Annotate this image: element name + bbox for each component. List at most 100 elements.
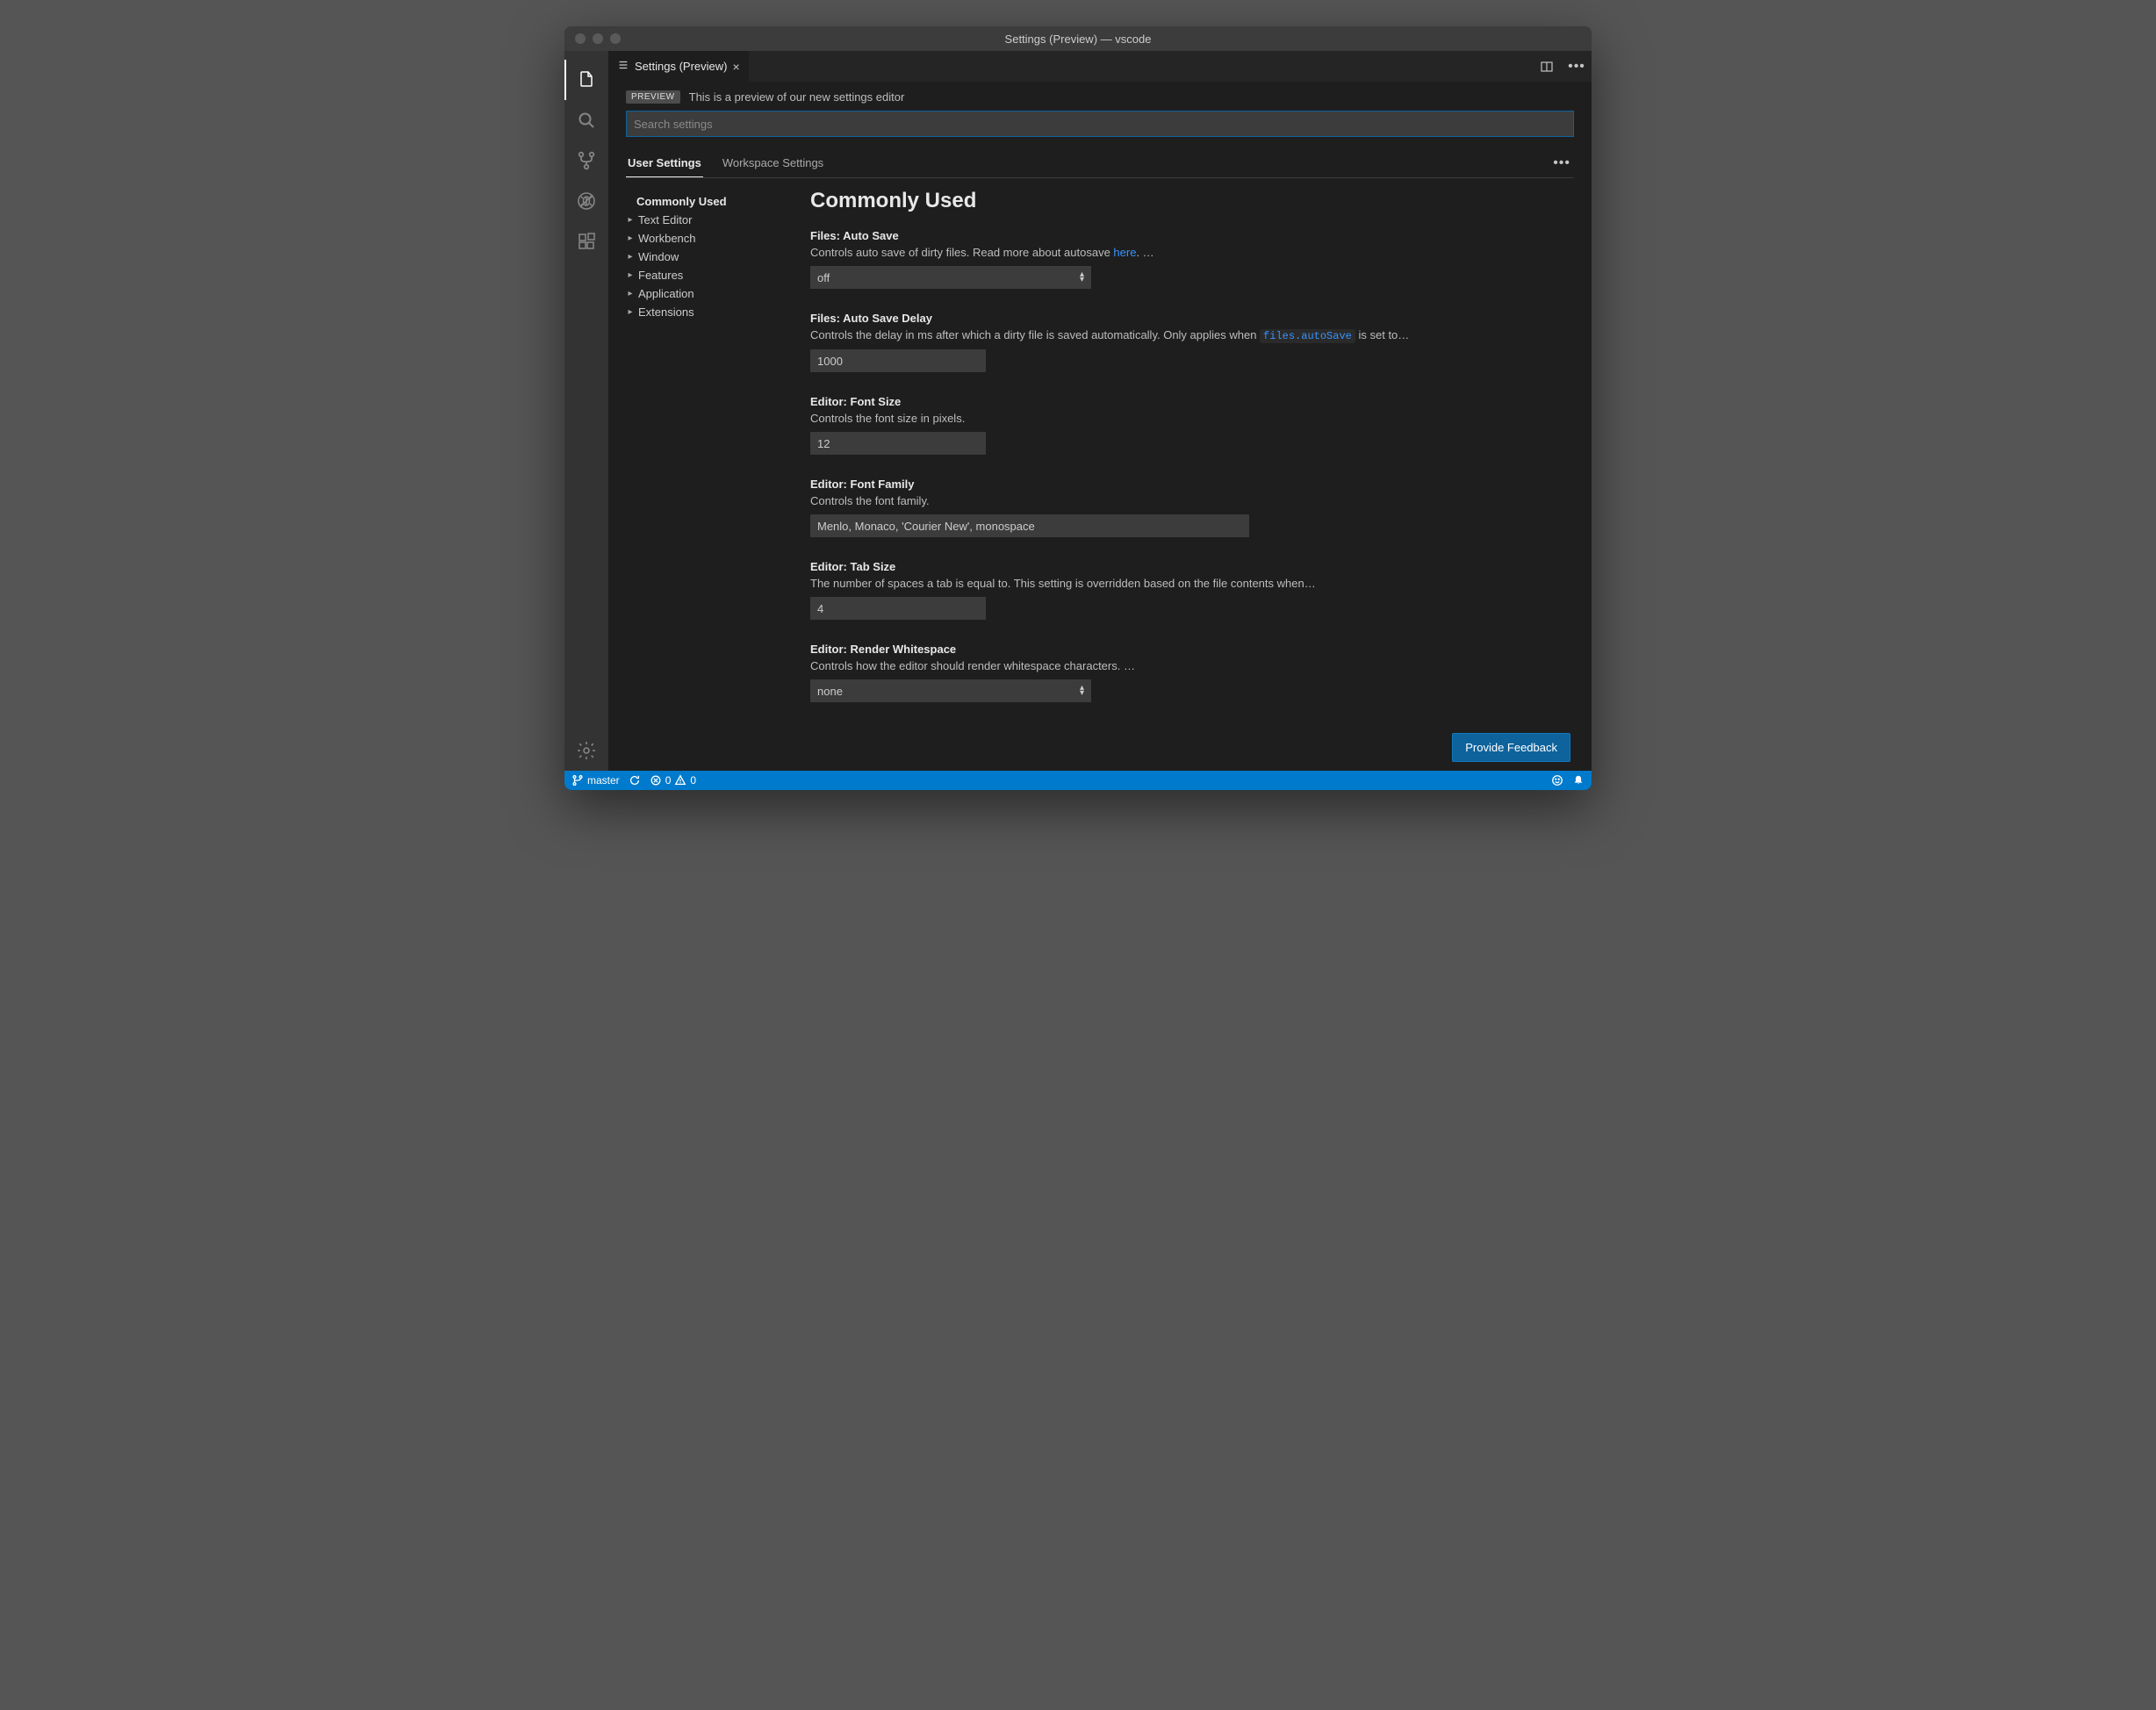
- setting-description: Controls the font size in pixels.: [810, 412, 1460, 425]
- app-window: Settings (Preview) — vscode: [564, 26, 1592, 790]
- scope-workspace-settings[interactable]: Workspace Settings: [721, 149, 825, 177]
- preview-text: This is a preview of our new settings ed…: [689, 90, 905, 104]
- setting-description: Controls the font family.: [810, 494, 1460, 507]
- select-value: off: [817, 271, 830, 284]
- toc-item-label: Workbench: [638, 232, 696, 245]
- split-editor-button[interactable]: [1532, 51, 1562, 82]
- toc-item-label: Application: [638, 287, 694, 300]
- extensions-icon: [576, 231, 597, 252]
- setting-description: Controls auto save of dirty files. Read …: [810, 246, 1460, 259]
- bell-icon: [1572, 774, 1585, 787]
- settings-editor: PREVIEW This is a preview of our new set…: [608, 82, 1592, 771]
- smiley-icon: [1551, 774, 1563, 787]
- setting-description: Controls the delay in ms after which a d…: [810, 328, 1460, 342]
- setting-editor-font-size: Editor: Font Size Controls the font size…: [810, 395, 1460, 455]
- error-icon: [650, 774, 662, 787]
- warning-icon: [674, 774, 686, 787]
- preview-badge: PREVIEW: [626, 90, 680, 104]
- zoom-window-button[interactable]: [610, 33, 621, 44]
- tab-title: Settings (Preview): [635, 60, 727, 73]
- sync-icon: [629, 774, 641, 787]
- toc-window[interactable]: ▸Window: [626, 248, 801, 266]
- search-activity[interactable]: [564, 100, 608, 140]
- ellipsis-icon: •••: [1553, 155, 1570, 170]
- close-window-button[interactable]: [575, 33, 586, 44]
- chevron-right-icon: ▸: [626, 234, 635, 243]
- preview-banner: PREVIEW This is a preview of our new set…: [626, 82, 1574, 111]
- toc-application[interactable]: ▸Application: [626, 284, 801, 303]
- tab-size-input[interactable]: [810, 597, 986, 620]
- close-icon[interactable]: ×: [732, 60, 739, 74]
- font-size-input[interactable]: [810, 432, 986, 455]
- settings-toc: Commonly Used ▸Text Editor ▸Workbench ▸W…: [626, 178, 801, 771]
- autosave-doc-link[interactable]: here: [1113, 246, 1136, 259]
- search-icon: [576, 110, 597, 131]
- setting-label: Editor: Font Size: [810, 395, 1460, 408]
- toc-item-label: Features: [638, 269, 683, 282]
- status-notifications[interactable]: [1572, 774, 1585, 787]
- settings-list[interactable]: Commonly Used Files: Auto Save Controls …: [801, 178, 1574, 771]
- tab-settings[interactable]: Settings (Preview) ×: [608, 51, 750, 82]
- scope-actions-button[interactable]: •••: [1549, 152, 1574, 175]
- setting-editor-tab-size: Editor: Tab Size The number of spaces a …: [810, 560, 1460, 620]
- minimize-window-button[interactable]: [593, 33, 603, 44]
- chevron-right-icon: ▸: [626, 215, 635, 225]
- section-title: Commonly Used: [810, 189, 1574, 213]
- setting-editor-font-family: Editor: Font Family Controls the font fa…: [810, 478, 1460, 537]
- toc-item-label: Window: [638, 250, 679, 263]
- gear-icon: [576, 740, 597, 761]
- files-icon: [576, 69, 597, 90]
- git-branch-icon: [576, 150, 597, 171]
- window-title: Settings (Preview) — vscode: [564, 32, 1592, 46]
- select-arrows-icon: ▴▾: [1080, 686, 1084, 696]
- font-family-input[interactable]: [810, 514, 1249, 537]
- chevron-right-icon: ▸: [626, 252, 635, 262]
- tab-overflow-button[interactable]: •••: [1562, 51, 1592, 82]
- toc-commonly-used[interactable]: Commonly Used: [626, 192, 801, 211]
- chevron-right-icon: ▸: [626, 289, 635, 298]
- setting-description: Controls how the editor should render wh…: [810, 659, 1460, 672]
- explorer-activity[interactable]: [564, 60, 608, 100]
- toc-text-editor[interactable]: ▸Text Editor: [626, 211, 801, 229]
- no-bug-icon: [576, 190, 597, 212]
- setting-label: Editor: Render Whitespace: [810, 643, 1460, 656]
- scope-user-settings[interactable]: User Settings: [626, 149, 703, 177]
- autosave-delay-input[interactable]: [810, 349, 986, 372]
- scope-tabs: User Settings Workspace Settings •••: [626, 146, 1574, 178]
- toc-workbench[interactable]: ▸Workbench: [626, 229, 801, 248]
- select-value: none: [817, 685, 843, 698]
- status-feedback[interactable]: [1551, 774, 1563, 787]
- setting-label: Editor: Tab Size: [810, 560, 1460, 573]
- debug-activity[interactable]: [564, 181, 608, 221]
- status-bar: master 0 0: [564, 771, 1592, 790]
- extensions-activity[interactable]: [564, 221, 608, 262]
- branch-name: master: [587, 774, 620, 787]
- toc-item-label: Text Editor: [638, 213, 692, 226]
- toc-extensions[interactable]: ▸Extensions: [626, 303, 801, 321]
- status-problems[interactable]: 0 0: [650, 774, 696, 787]
- traffic-lights: [564, 33, 621, 44]
- code-ref: files.autoSave: [1260, 329, 1355, 343]
- autosave-select[interactable]: off ▴▾: [810, 266, 1091, 289]
- chevron-right-icon: ▸: [626, 270, 635, 280]
- split-icon: [1540, 60, 1554, 74]
- setting-files-autosave-delay: Files: Auto Save Delay Controls the dela…: [810, 312, 1460, 372]
- titlebar: Settings (Preview) — vscode: [564, 26, 1592, 51]
- chevron-right-icon: ▸: [626, 307, 635, 317]
- status-sync[interactable]: [629, 774, 641, 787]
- git-branch-icon: [571, 774, 584, 787]
- search-settings-input[interactable]: [634, 118, 1566, 131]
- search-settings-box[interactable]: [626, 111, 1574, 137]
- ellipsis-icon: •••: [1568, 59, 1585, 75]
- provide-feedback-button[interactable]: Provide Feedback: [1452, 733, 1570, 762]
- render-whitespace-select[interactable]: none ▴▾: [810, 679, 1091, 702]
- setting-editor-render-whitespace: Editor: Render Whitespace Controls how t…: [810, 643, 1460, 702]
- menu-icon: [617, 59, 629, 74]
- scm-activity[interactable]: [564, 140, 608, 181]
- setting-label: Files: Auto Save Delay: [810, 312, 1460, 325]
- tab-bar: Settings (Preview) × •••: [608, 51, 1592, 82]
- toc-features[interactable]: ▸Features: [626, 266, 801, 284]
- status-branch[interactable]: master: [571, 774, 620, 787]
- setting-description: The number of spaces a tab is equal to. …: [810, 577, 1460, 590]
- settings-gear-activity[interactable]: [564, 730, 608, 771]
